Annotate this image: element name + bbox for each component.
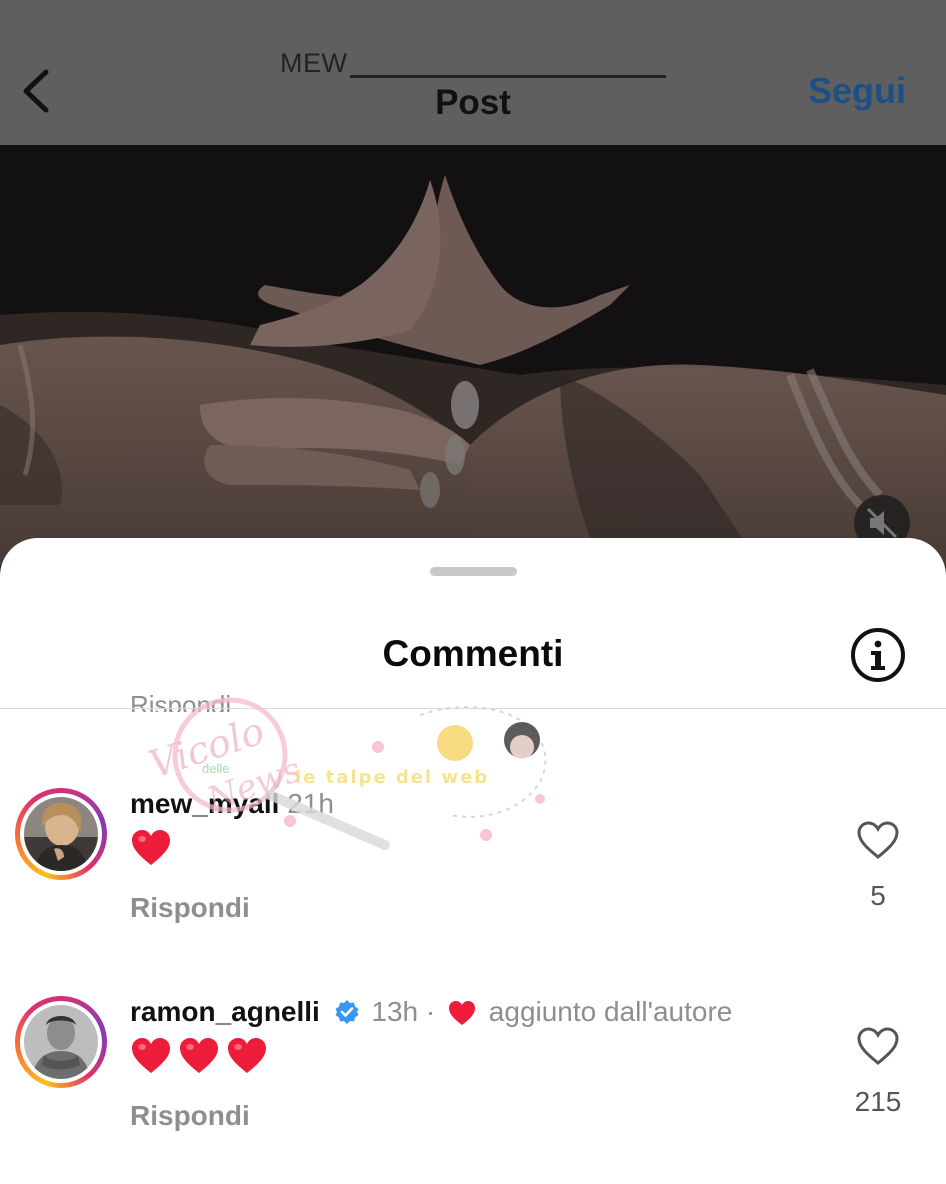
follow-button[interactable]: Segui	[808, 70, 906, 112]
red-heart-emoji-icon	[132, 830, 170, 865]
post-media[interactable]	[0, 145, 946, 565]
red-heart-emoji-icon	[228, 1038, 266, 1073]
comments-sheet: Commenti Rispondi mew_myall 21h Rispondi…	[0, 538, 946, 1184]
comment-header: mew_myall 21h	[130, 788, 334, 820]
heart-filled-icon	[449, 1001, 476, 1025]
like-count: 215	[854, 1086, 902, 1117]
comment-time: 21h	[287, 788, 334, 819]
page-title: Post	[435, 83, 511, 122]
meta-separator: ·	[425, 996, 436, 1027]
like-count: 5	[870, 880, 886, 911]
avatar-photo	[24, 797, 98, 871]
heart-outline-icon[interactable]	[856, 820, 900, 860]
comment-header: ramon_agnelli 13h · aggiunto dall'autore	[130, 996, 732, 1028]
comment-text	[130, 1036, 274, 1081]
comment-username[interactable]: mew_myall	[130, 788, 279, 819]
username-redaction-line	[350, 75, 666, 78]
comment-time: 13h	[371, 996, 419, 1027]
red-heart-emoji-icon	[132, 1038, 170, 1073]
avatar[interactable]	[15, 996, 107, 1088]
info-icon[interactable]	[850, 627, 906, 683]
hands-photo	[0, 145, 946, 565]
sheet-divider	[0, 708, 946, 709]
sheet-grabber[interactable]	[430, 567, 517, 576]
reply-button[interactable]: Rispondi	[130, 1100, 250, 1132]
avatar-photo	[24, 1005, 98, 1079]
post-header: MEW Post Segui	[0, 0, 946, 145]
avatar[interactable]	[15, 788, 107, 880]
heart-outline-icon[interactable]	[856, 1026, 900, 1066]
liked-by-author-note: aggiunto dall'autore	[488, 996, 733, 1027]
sheet-title: Commenti	[382, 633, 564, 674]
red-heart-emoji-icon	[180, 1038, 218, 1073]
verified-icon	[335, 1000, 359, 1024]
comment-username[interactable]: ramon_agnelli	[130, 996, 320, 1027]
header-username: MEW	[280, 48, 348, 78]
reply-button[interactable]: Rispondi	[130, 892, 250, 924]
comment-text	[130, 828, 178, 873]
